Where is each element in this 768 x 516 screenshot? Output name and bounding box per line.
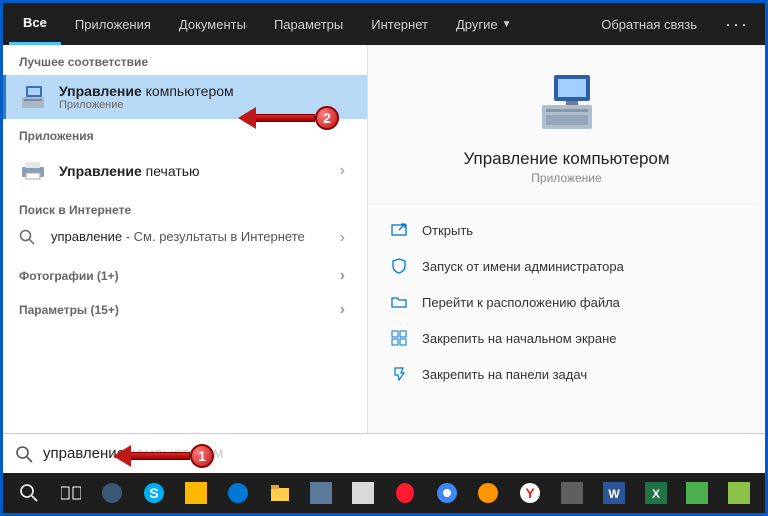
tab-all[interactable]: Все	[9, 3, 61, 45]
taskbar-taskview-icon[interactable]	[53, 475, 89, 511]
taskbar-opera-icon[interactable]	[387, 475, 423, 511]
search-bar[interactable]: управление компьютером	[3, 433, 765, 473]
preview-subtitle: Приложение	[531, 171, 601, 185]
taskbar: S Y W X	[3, 473, 765, 513]
computer-management-large-icon	[532, 67, 602, 137]
tab-settings[interactable]: Параметры	[260, 3, 357, 45]
apps-label: Приложения	[3, 119, 367, 149]
taskbar-skype-icon[interactable]: S	[136, 475, 172, 511]
svg-text:Y: Y	[526, 485, 536, 501]
taskbar-explorer-icon[interactable]	[262, 475, 298, 511]
taskbar-chrome-icon[interactable]	[429, 475, 465, 511]
result-computer-management[interactable]: Управление компьютером Приложение	[3, 75, 367, 119]
chevron-right-icon: ›	[334, 301, 351, 319]
tab-more[interactable]: Другие▼	[442, 3, 526, 45]
shield-icon	[390, 257, 408, 275]
svg-text:X: X	[652, 487, 660, 501]
action-run-as-admin[interactable]: Запуск от имени администратора	[368, 248, 765, 284]
more-menu[interactable]: ···	[715, 14, 759, 35]
open-icon	[390, 221, 408, 239]
taskbar-excel-icon[interactable]: X	[638, 475, 674, 511]
chevron-down-icon: ▼	[502, 19, 512, 30]
preview-panel: Управление компьютером Приложение Открыт…	[368, 45, 765, 433]
search-icon	[19, 229, 39, 245]
pin-taskbar-icon	[390, 365, 408, 383]
action-pin-taskbar[interactable]: Закрепить на панели задач	[368, 356, 765, 392]
pin-start-icon	[390, 329, 408, 347]
taskbar-app-7[interactable]	[345, 475, 381, 511]
folder-icon	[390, 293, 408, 311]
web-search-label: Поиск в Интернете	[3, 193, 367, 223]
search-icon	[15, 445, 33, 463]
taskbar-firefox-icon[interactable]	[471, 475, 507, 511]
tab-apps[interactable]: Приложения	[61, 3, 165, 45]
taskbar-yandex-icon[interactable]: Y	[512, 475, 548, 511]
taskbar-search-icon[interactable]	[11, 475, 47, 511]
taskbar-app-12[interactable]	[554, 475, 590, 511]
best-match-label: Лучшее соответствие	[3, 45, 367, 75]
result-web-search[interactable]: управление - См. результаты в Интернете …	[3, 223, 367, 257]
params-group[interactable]: Параметры (15+)›	[3, 291, 367, 325]
result-subtitle: Приложение	[59, 99, 234, 111]
computer-management-icon	[19, 83, 47, 111]
taskbar-app-15[interactable]	[680, 475, 716, 511]
taskbar-edge-icon[interactable]	[220, 475, 256, 511]
tab-documents[interactable]: Документы	[165, 3, 260, 45]
svg-text:S: S	[150, 485, 159, 501]
taskbar-app-3[interactable]	[178, 475, 214, 511]
photos-group[interactable]: Фотографии (1+)›	[3, 257, 367, 291]
taskbar-word-icon[interactable]: W	[596, 475, 632, 511]
print-management-icon	[19, 157, 47, 185]
chevron-right-icon: ›	[334, 229, 351, 247]
result-print-management[interactable]: Управление печатью ›	[3, 149, 367, 193]
action-open[interactable]: Открыть	[368, 212, 765, 248]
action-open-location[interactable]: Перейти к расположению файла	[368, 284, 765, 320]
result-title: Управление компьютером	[59, 83, 234, 99]
taskbar-app-1[interactable]	[95, 475, 131, 511]
taskbar-app-6[interactable]	[303, 475, 339, 511]
preview-title: Управление компьютером	[463, 149, 669, 169]
tab-internet[interactable]: Интернет	[357, 3, 442, 45]
chevron-right-icon: ›	[334, 162, 351, 180]
feedback-link[interactable]: Обратная связь	[587, 17, 711, 32]
chevron-right-icon: ›	[334, 267, 351, 285]
results-panel: Лучшее соответствие Управление компьютер…	[3, 45, 368, 433]
action-pin-start[interactable]: Закрепить на начальном экране	[368, 320, 765, 356]
taskbar-app-16[interactable]	[721, 475, 757, 511]
result-title: Управление печатью	[59, 163, 200, 179]
svg-text:W: W	[608, 487, 620, 501]
search-header: Все Приложения Документы Параметры Интер…	[3, 3, 765, 45]
